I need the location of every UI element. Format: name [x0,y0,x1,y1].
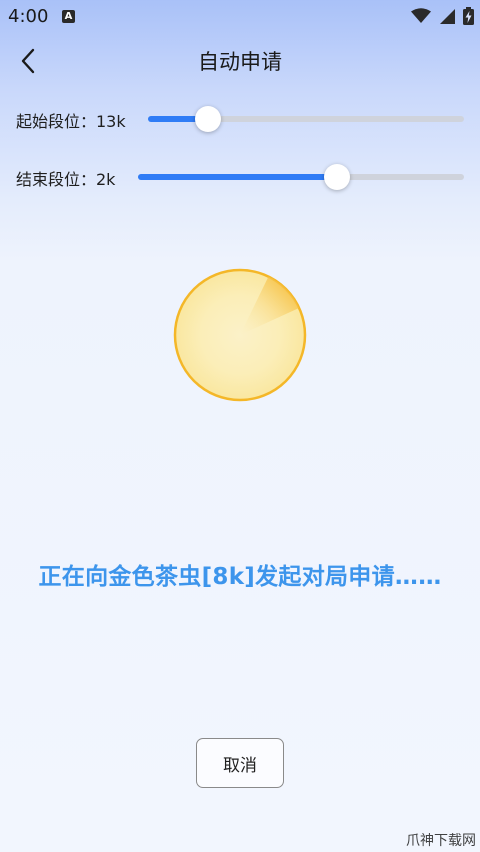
cancel-button[interactable]: 取消 [196,738,284,788]
system-icons [411,7,474,25]
match-request-status: 正在向金色茶虫[8k]发起对局申请…… [38,564,442,590]
start-rank-label: 起始段位：13k [16,112,126,131]
radar-search-icon [173,268,307,402]
start-rank-row: 起始段位：13k [0,99,480,139]
status-time: 4:00 [8,6,49,27]
wifi-icon [411,8,431,23]
end-rank-slider[interactable] [138,164,464,190]
start-rank-thumb[interactable] [195,106,222,132]
page-title: 自动申请 [198,50,282,74]
end-rank-thumb[interactable] [323,164,350,190]
a-notification-icon: A [62,10,75,23]
end-rank-label: 结束段位：2k [16,170,116,189]
end-rank-row: 结束段位：2k [0,157,480,197]
status-bar: 4:00 A [0,0,480,34]
end-rank-fill [138,174,337,180]
watermark: 爪神下载网 [406,833,476,849]
cellular-icon [440,9,455,24]
battery-charging-icon [463,7,474,25]
nav-bar: 自动申请 [0,34,480,88]
start-rank-slider[interactable] [148,106,464,132]
